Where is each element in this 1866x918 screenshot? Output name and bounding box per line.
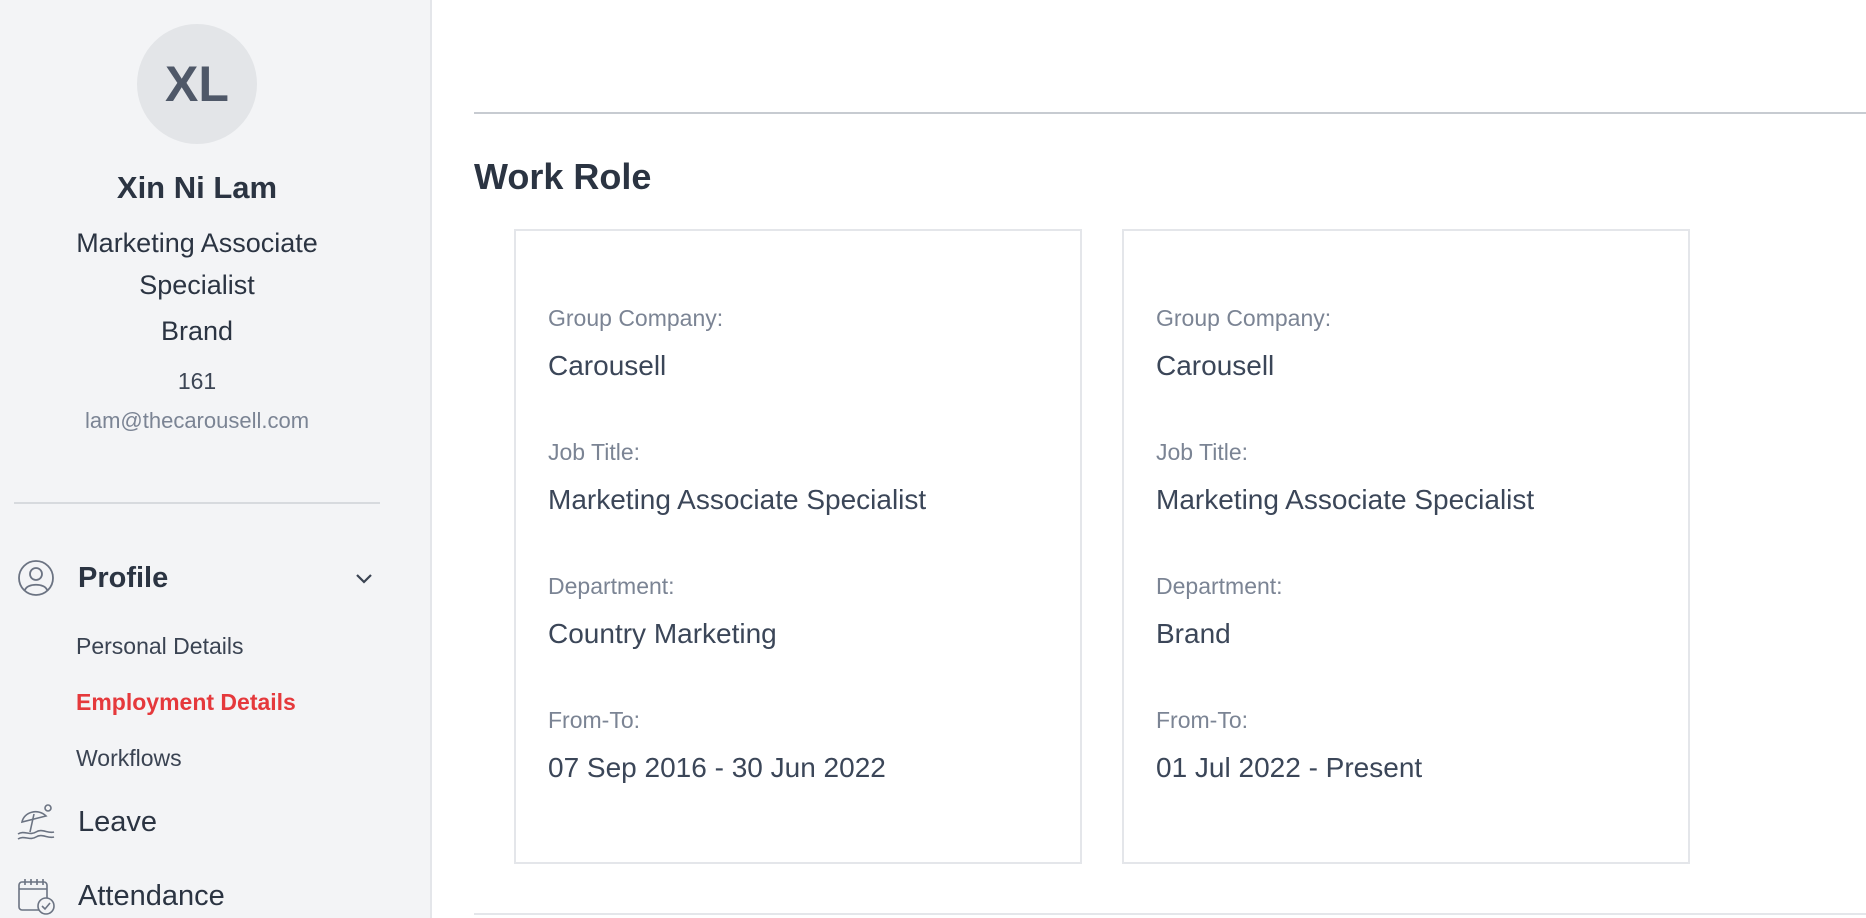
department-label: Department: <box>548 573 675 599</box>
sidebar-item-attendance[interactable]: Attendance <box>16 876 225 916</box>
sidebar-subitem-employment-details[interactable]: Employment Details <box>76 689 296 716</box>
employee-id: 161 <box>177 368 217 394</box>
from-to-field: From-To: 07 Sep 2016 - 30 Jun 2022 <box>548 707 886 784</box>
work-role-card: Group Company: Carousell Job Title: Mark… <box>1122 229 1690 864</box>
from-to-label: From-To: <box>548 707 640 733</box>
job-title-value: Marketing Associate Specialist <box>1156 484 1535 515</box>
sidebar: XL Xin Ni Lam Marketing Associate Specia… <box>0 0 432 918</box>
job-title-label: Job Title: <box>548 439 641 465</box>
main-divider <box>474 112 1866 114</box>
calendar-check-icon <box>16 876 56 916</box>
employee-email: lam@thecarousell.com <box>84 408 310 433</box>
department-field: Department: Brand <box>1156 573 1283 650</box>
from-to-field: From-To: 01 Jul 2022 - Present <box>1156 707 1422 784</box>
job-title-field: Job Title: Marketing Associate Specialis… <box>1156 439 1534 516</box>
job-title-value: Marketing Associate Specialist <box>548 484 927 515</box>
beach-umbrella-icon <box>16 802 56 842</box>
employee-job-title: Marketing Associate Specialist <box>0 222 394 306</box>
work-role-card: Group Company: Carousell Job Title: Mark… <box>514 229 1082 864</box>
department-field: Department: Country Marketing <box>548 573 777 650</box>
group-company-field: Group Company: Carousell <box>548 305 723 382</box>
sidebar-item-attendance-label: Attendance <box>78 879 225 912</box>
department-label: Department: <box>1156 573 1283 599</box>
group-company-value: Carousell <box>548 350 667 381</box>
department-value: Brand <box>1156 618 1231 649</box>
group-company-value: Carousell <box>1156 350 1275 381</box>
group-company-field: Group Company: Carousell <box>1156 305 1331 382</box>
job-title-field: Job Title: Marketing Associate Specialis… <box>548 439 926 516</box>
employee-name: Xin Ni Lam <box>116 170 278 205</box>
user-circle-icon <box>16 558 56 598</box>
section-divider <box>474 913 1866 915</box>
department-value: Country Marketing <box>548 618 777 649</box>
avatar: XL <box>137 24 257 144</box>
from-to-value: 01 Jul 2022 - Present <box>1156 752 1423 783</box>
group-company-label: Group Company: <box>1156 305 1332 331</box>
sidebar-item-leave[interactable]: Leave <box>16 802 157 842</box>
sidebar-divider <box>14 502 380 504</box>
sidebar-item-profile-label: Profile <box>78 561 169 594</box>
sidebar-subitem-personal-details[interactable]: Personal Details <box>76 633 243 660</box>
from-to-value: 07 Sep 2016 - 30 Jun 2022 <box>548 752 886 783</box>
employee-job-title-text: Marketing Associate Specialist <box>76 228 318 300</box>
from-to-label: From-To: <box>1156 707 1248 733</box>
sidebar-item-leave-label: Leave <box>78 805 158 838</box>
employee-department: Brand <box>160 316 234 346</box>
chevron-down-icon[interactable] <box>352 566 376 595</box>
sidebar-item-profile[interactable]: Profile <box>16 558 376 598</box>
section-title: Work Role <box>474 156 652 197</box>
group-company-label: Group Company: <box>548 305 724 331</box>
job-title-label: Job Title: <box>1156 439 1249 465</box>
sidebar-subitem-workflows[interactable]: Workflows <box>76 745 182 772</box>
